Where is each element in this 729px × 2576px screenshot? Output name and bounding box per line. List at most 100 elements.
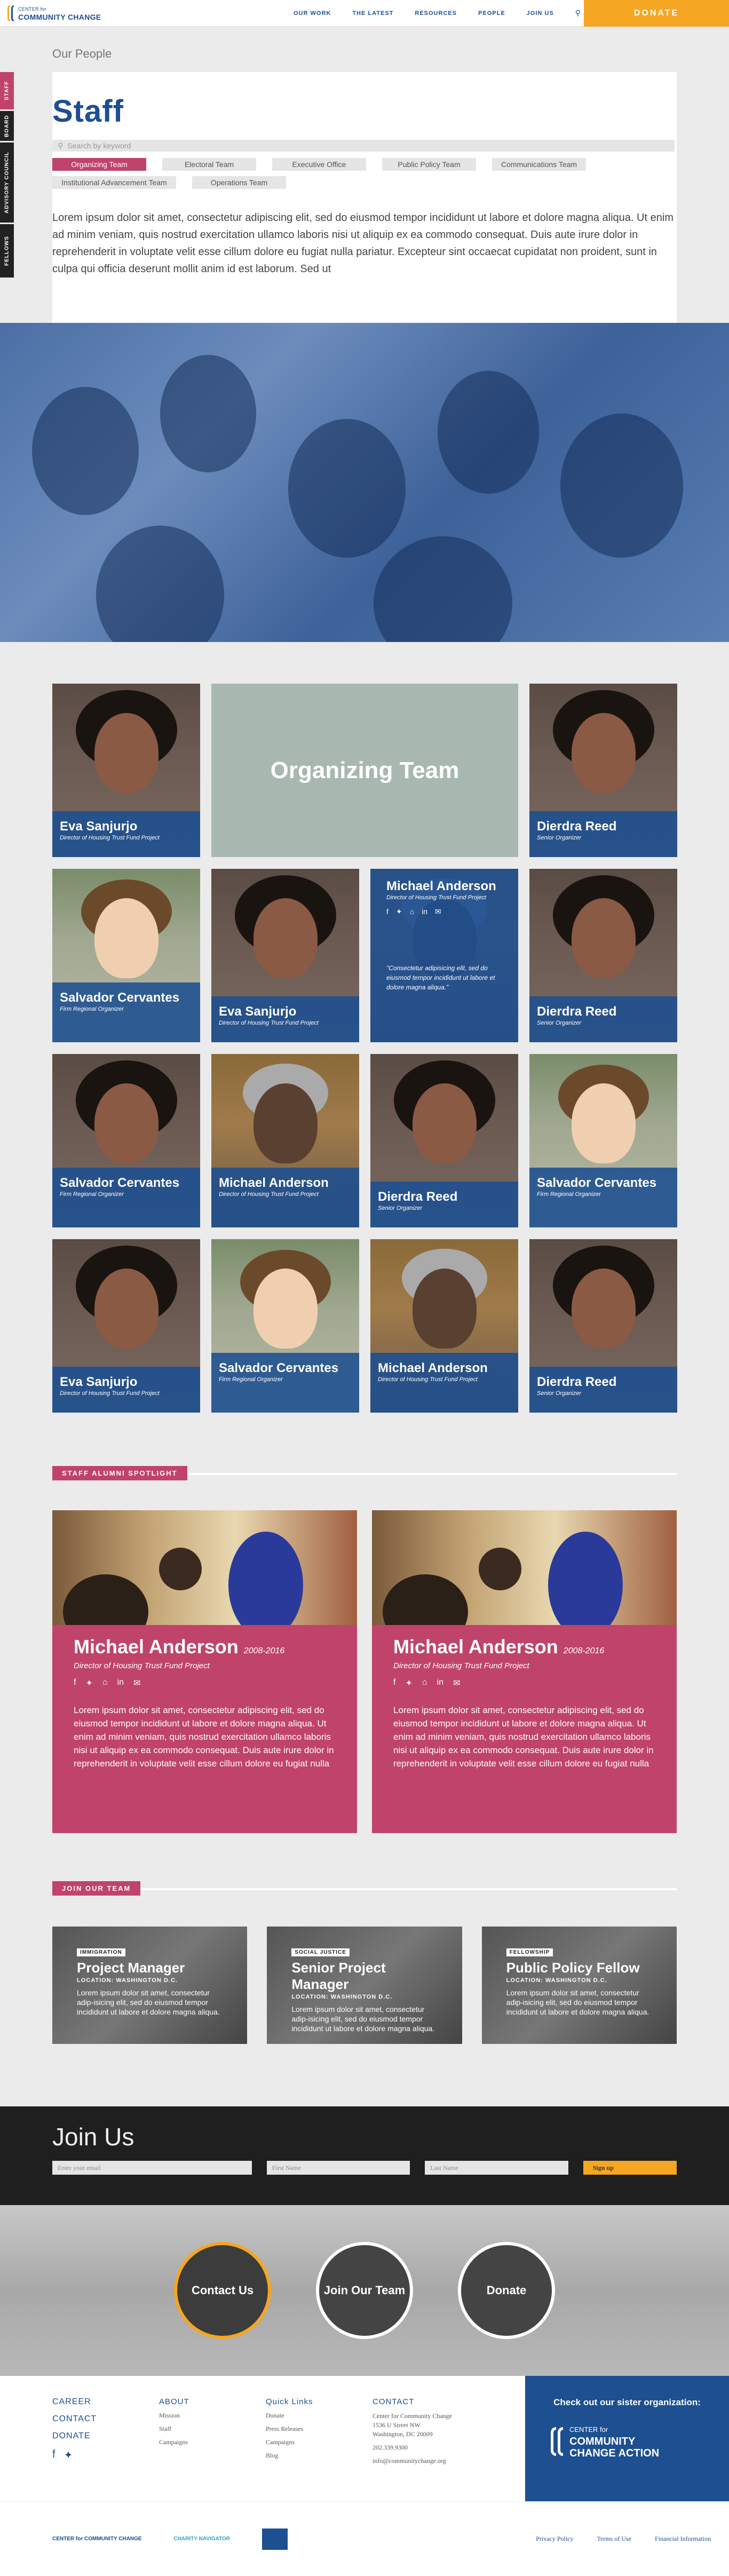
logo-line2: COMMUNITY CHANGE	[18, 12, 101, 21]
filter-executive-office[interactable]: Executive Office	[272, 158, 366, 171]
contact-us-button[interactable]: Contact Us	[174, 2242, 271, 2339]
staff-card[interactable]: Salvador Cervantes Firm Regional Organize…	[52, 1054, 200, 1227]
twitter-icon[interactable]: ✦	[64, 2448, 73, 2462]
facebook-icon[interactable]: f	[74, 1678, 76, 1689]
alumni-years: 2008-2016	[243, 1646, 285, 1655]
nav-the-latest[interactable]: THE LATEST	[352, 10, 393, 17]
staff-card[interactable]: Salvador Cervantes Firm Regional Organize…	[211, 1239, 359, 1413]
search-icon[interactable]: ⚲	[575, 9, 581, 18]
alumni-name: Michael Anderson	[393, 1636, 558, 1658]
join-our-team-button[interactable]: Join Our Team	[316, 2242, 413, 2339]
job-title: Project Manager	[77, 1960, 185, 1976]
nav-our-work[interactable]: OUR WORK	[294, 10, 331, 17]
job-card[interactable]: FELLOWSHIP Public Policy Fellow LOCATION…	[481, 1927, 677, 2044]
staff-card[interactable]: Eva Sanjurjo Director of Housing Trust Fu…	[52, 684, 200, 857]
address-line: 1536 U Street NW	[373, 2421, 421, 2429]
twitter-icon[interactable]: ✦	[405, 1678, 412, 1689]
home-icon[interactable]: ⌂	[422, 1678, 427, 1689]
filter-electoral-team[interactable]: Electoral Team	[162, 158, 256, 171]
footer-mission-link[interactable]: Mission	[159, 2412, 266, 2420]
staff-card[interactable]: Michael Anderson Director of Housing Trus…	[211, 1054, 359, 1227]
sister-org-panel[interactable]: Check out our sister organization: CENTE…	[525, 2376, 729, 2501]
footer-staff-link[interactable]: Staff	[159, 2425, 266, 2433]
tab-staff[interactable]: STAFF	[0, 72, 14, 109]
filter-communications-team[interactable]: Communications Team	[492, 158, 586, 171]
tab-fellows[interactable]: FELLOWS	[0, 224, 14, 278]
financial-info-link[interactable]: Financial Information	[655, 2535, 711, 2543]
nav-resources[interactable]: RESOURCES	[415, 10, 457, 17]
staff-card[interactable]: Dierdra Reed Senior Organizer	[529, 1239, 677, 1413]
footer-blog-link[interactable]: Blog	[266, 2452, 373, 2460]
donate-cta-button[interactable]: Donate	[458, 2242, 555, 2339]
tab-advisory-council[interactable]: ADVISORY COUNCIL	[0, 142, 14, 223]
privacy-policy-link[interactable]: Privacy Policy	[536, 2535, 573, 2543]
nav-people[interactable]: PEOPLE	[478, 10, 505, 17]
join-title: Join Us	[52, 2123, 134, 2151]
job-location: LOCATION: WASHINGTON D.C.	[291, 1994, 393, 2000]
last-name-field[interactable]: Last Name	[425, 2161, 568, 2175]
hero-image	[0, 323, 729, 642]
footer-logo[interactable]: CENTER for COMMUNITY CHANGE	[52, 2536, 142, 2542]
staff-role: Director of Housing Trust Fund Project	[60, 835, 160, 841]
first-name-field[interactable]: First Name	[266, 2161, 410, 2175]
linkedin-icon[interactable]: in	[437, 1678, 443, 1689]
main-nav: OUR WORK THE LATEST RESOURCES PEOPLE JOI…	[294, 10, 554, 17]
email-field[interactable]: Enter your email	[52, 2161, 252, 2175]
linkedin-icon[interactable]: in	[117, 1678, 124, 1689]
signup-button[interactable]: Sign up	[583, 2161, 677, 2175]
people-side-tabs: STAFF BOARD ADVISORY COUNCIL FELLOWS	[0, 72, 14, 279]
job-tag: FELLOWSHIP	[506, 1948, 553, 1956]
twitter-icon[interactable]: ✦	[396, 907, 402, 916]
staff-card[interactable]: Salvador Cervantes Firm Regional Organize…	[52, 869, 200, 1042]
facebook-icon[interactable]: f	[393, 1678, 395, 1689]
footer-bottom: CENTER for COMMUNITY CHANGE CHARITY NAVI…	[0, 2501, 729, 2576]
job-card[interactable]: IMMIGRATION Project Manager LOCATION: WA…	[52, 1927, 248, 2044]
email-icon[interactable]: ✉	[453, 1678, 460, 1689]
staff-name: Michael Anderson	[386, 879, 496, 893]
staff-card[interactable]: Eva Sanjurjo Director of Housing Trust Fu…	[211, 869, 359, 1042]
alumni-card[interactable]: Michael Anderson 2008-2016 Director of H…	[372, 1510, 677, 1833]
filter-public-policy-team[interactable]: Public Policy Team	[382, 158, 476, 171]
footer-contact-link[interactable]: CONTACT	[52, 2414, 159, 2424]
staff-card[interactable]: Dierdra Reed Senior Organizer	[529, 684, 677, 857]
home-icon[interactable]: ⌂	[102, 1678, 108, 1689]
tab-board[interactable]: BOARD	[0, 111, 14, 141]
twitter-icon[interactable]: ✦	[85, 1678, 92, 1689]
staff-card[interactable]: Dierdra Reed Senior Organizer	[529, 869, 677, 1042]
filter-operations-team[interactable]: Operations Team	[192, 176, 286, 189]
facebook-icon[interactable]: f	[386, 907, 389, 916]
nav-join-us[interactable]: JOIN US	[527, 10, 554, 17]
staff-name: Eva Sanjurjo	[219, 1004, 297, 1019]
filter-institutional-advancement-team[interactable]: Institutional Advancement Team	[52, 176, 176, 189]
staff-card-expanded[interactable]: Michael Anderson Director of Housing Tru…	[370, 869, 518, 1042]
address-line: Center for Community Change	[373, 2412, 452, 2420]
job-card[interactable]: SOCIAL JUSTICE Senior Project Manager LO…	[267, 1927, 462, 2044]
linkedin-icon[interactable]: in	[422, 907, 427, 916]
footer-campaigns-link[interactable]: Campaigns	[159, 2438, 266, 2446]
footer-career-link[interactable]: CAREER	[52, 2397, 159, 2407]
job-title: Senior Project Manager	[291, 1960, 386, 1992]
staff-card[interactable]: Salvador Cervantes Firm Regional Organize…	[529, 1054, 677, 1227]
footer-campaigns-quick-link[interactable]: Campaigns	[266, 2438, 373, 2446]
footer-press-link[interactable]: Press Releases	[266, 2425, 373, 2433]
site-logo[interactable]: CENTER for COMMUNITY CHANGE	[0, 5, 139, 21]
staff-card[interactable]: Eva Sanjurjo Director of Housing Trust Fu…	[52, 1239, 200, 1413]
email-icon[interactable]: ✉	[133, 1678, 140, 1689]
alumni-card[interactable]: Michael Anderson 2008-2016 Director of H…	[52, 1510, 357, 1833]
search-input[interactable]: ⚲ Search by keyword	[52, 140, 675, 152]
terms-of-use-link[interactable]: Terms of Use	[597, 2535, 631, 2543]
email-icon[interactable]: ✉	[435, 907, 441, 916]
donate-button[interactable]: DONATE	[584, 0, 729, 27]
footer-donate-link[interactable]: DONATE	[52, 2431, 159, 2441]
staff-card[interactable]: Michael Anderson Director of Housing Trus…	[370, 1239, 518, 1413]
email-address[interactable]: info@communitychange.org	[373, 2456, 479, 2466]
charity-navigator-logo[interactable]: CHARITY NAVIGATOR	[174, 2536, 230, 2542]
logo-mark-icon	[7, 5, 14, 21]
footer-donate-quick-link[interactable]: Donate	[266, 2412, 373, 2420]
staff-card[interactable]: Dierdra Reed Senior Organizer	[370, 1054, 518, 1227]
staff-name: Dierdra Reed	[378, 1190, 458, 1204]
home-icon[interactable]: ⌂	[410, 907, 414, 916]
breadcrumb: Our People	[0, 27, 729, 72]
filter-organizing-team[interactable]: Organizing Team	[52, 158, 146, 171]
facebook-icon[interactable]: f	[52, 2448, 56, 2462]
